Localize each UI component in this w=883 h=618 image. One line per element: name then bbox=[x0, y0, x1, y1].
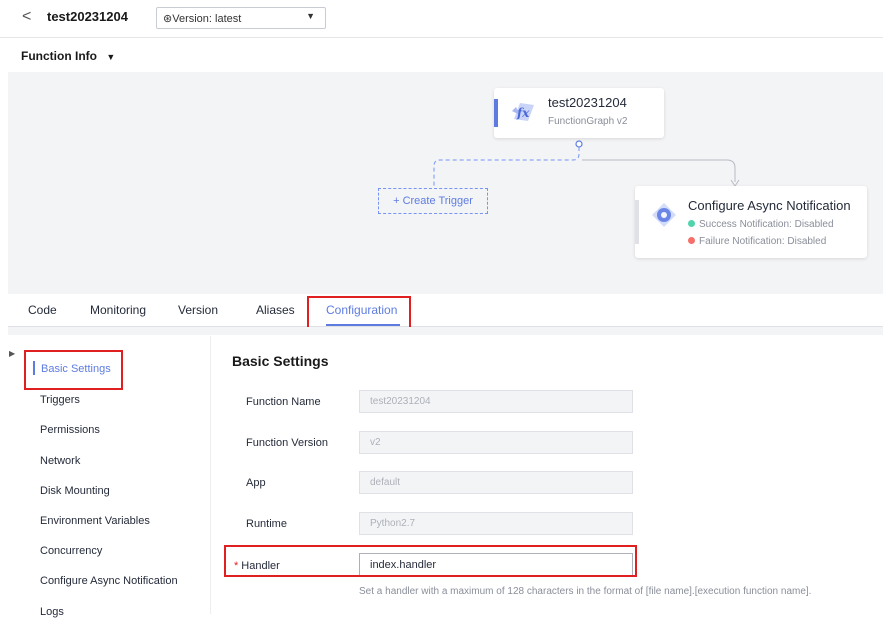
runtime-field: Python2.7 bbox=[359, 512, 633, 535]
function-name-label: Function Name bbox=[246, 396, 321, 408]
sidebar-item-disk-mounting[interactable]: Disk Mounting bbox=[40, 485, 110, 497]
basic-settings-highlight bbox=[24, 350, 123, 390]
sidebar-item-triggers[interactable]: Triggers bbox=[40, 394, 80, 406]
async-notification-icon bbox=[652, 203, 676, 227]
handler-hint-text: Set a handler with a maximum of 128 char… bbox=[359, 586, 812, 597]
function-version-label: Function Version bbox=[246, 437, 328, 449]
sidebar-item-network[interactable]: Network bbox=[40, 455, 80, 467]
sidebar-item-logs[interactable]: Logs bbox=[40, 606, 64, 618]
function-node-accent bbox=[494, 99, 498, 127]
tab-monitoring[interactable]: Monitoring bbox=[90, 303, 146, 317]
sidebar-item-async-notification[interactable]: Configure Async Notification bbox=[40, 575, 178, 587]
sidebar-item-concurrency[interactable]: Concurrency bbox=[40, 545, 102, 557]
success-notification-text: Success Notification: Disabled bbox=[699, 219, 834, 230]
success-notification-status: Success Notification: Disabled bbox=[688, 219, 834, 230]
tabs-separator-strip bbox=[8, 327, 883, 335]
handler-highlight bbox=[224, 545, 637, 577]
section-title: Basic Settings bbox=[232, 353, 329, 369]
runtime-label: Runtime bbox=[246, 518, 287, 530]
tab-version[interactable]: Version bbox=[178, 303, 218, 317]
function-node-title: test20231204 bbox=[548, 95, 627, 110]
function-node-subtitle: FunctionGraph v2 bbox=[548, 116, 628, 127]
collapse-sidebar-icon[interactable]: ▶ bbox=[9, 349, 15, 358]
function-name-field: test20231204 bbox=[359, 390, 633, 413]
failure-notification-status: Failure Notification: Disabled bbox=[688, 236, 826, 247]
failure-notification-text: Failure Notification: Disabled bbox=[699, 236, 827, 247]
configuration-tab-highlight bbox=[307, 296, 411, 329]
tab-aliases[interactable]: Aliases bbox=[256, 303, 295, 317]
function-graph-icon: fx bbox=[512, 103, 534, 121]
failure-status-dot bbox=[688, 236, 695, 244]
tab-code[interactable]: Code bbox=[28, 303, 57, 317]
create-trigger-button[interactable]: + Create Trigger bbox=[378, 188, 488, 214]
app-field: default bbox=[359, 471, 633, 494]
async-notification-card[interactable]: Configure Async Notification Success Not… bbox=[635, 186, 867, 258]
svg-text:fx: fx bbox=[516, 106, 530, 120]
app-label: App bbox=[246, 477, 266, 489]
sidebar-item-environment-variables[interactable]: Environment Variables bbox=[40, 515, 150, 527]
success-status-dot bbox=[688, 219, 695, 227]
async-card-title: Configure Async Notification bbox=[688, 198, 851, 213]
sidebar-item-permissions[interactable]: Permissions bbox=[40, 424, 100, 436]
function-version-field: v2 bbox=[359, 431, 633, 454]
function-node-card[interactable]: fx test20231204 FunctionGraph v2 bbox=[494, 88, 664, 138]
async-card-accent bbox=[635, 200, 639, 244]
